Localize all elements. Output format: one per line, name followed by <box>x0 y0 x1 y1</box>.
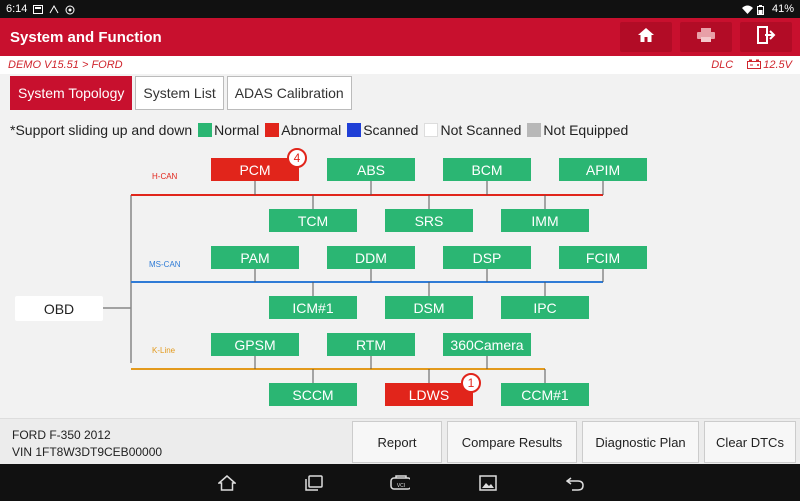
notification-icon <box>33 4 44 14</box>
breadcrumb: DEMO V15.51 > FORD DLC 12.5V <box>0 56 800 74</box>
voltage-reading: 12.5V <box>763 59 792 71</box>
module-sccm[interactable]: SCCM <box>269 383 357 406</box>
app-header: System and Function <box>0 18 800 56</box>
car-battery-icon <box>747 59 762 72</box>
dtc-count-badge-pcm: 4 <box>287 148 307 168</box>
clear-dtcs-button[interactable]: Clear DTCs <box>704 421 796 463</box>
bus-label-k-line: K-Line <box>152 346 176 355</box>
module-imm[interactable]: IMM <box>501 209 589 232</box>
svg-text:VCI: VCI <box>397 483 405 489</box>
status-time: 6:14 <box>6 3 28 15</box>
exit-button[interactable] <box>740 22 792 52</box>
page-title: System and Function <box>10 28 162 46</box>
home-nav-icon[interactable] <box>217 473 237 493</box>
breadcrumb-path: DEMO V15.51 > FORD <box>8 59 123 71</box>
module-fcim[interactable]: FCIM <box>559 246 647 269</box>
module-dsp[interactable]: DSP <box>443 246 531 269</box>
cast-icon <box>49 4 59 14</box>
battery-icon <box>756 4 767 15</box>
module-pam[interactable]: PAM <box>211 246 299 269</box>
diagnostic-plan-button[interactable]: Diagnostic Plan <box>582 421 699 463</box>
screenshot-icon[interactable] <box>478 473 498 493</box>
dtc-count-badge-ldws: 1 <box>461 373 481 393</box>
home-icon <box>637 27 655 48</box>
module-tcm[interactable]: TCM <box>269 209 357 232</box>
report-button[interactable]: Report <box>352 421 442 463</box>
module-rtm[interactable]: RTM <box>327 333 415 356</box>
module-360camera[interactable]: 360Camera <box>443 333 531 356</box>
bus-label-ms-can: MS-CAN <box>149 260 181 269</box>
compare-results-button[interactable]: Compare Results <box>447 421 577 463</box>
vehicle-model: FORD F-350 2012 <box>12 428 111 442</box>
module-icm1[interactable]: ICM#1 <box>269 296 357 319</box>
print-icon <box>696 27 716 48</box>
status-legend: *Support sliding up and down Normal Abno… <box>10 122 628 138</box>
vci-icon[interactable]: VCI <box>390 473 410 493</box>
legend-intro: *Support sliding up and down <box>10 122 193 138</box>
topology-lines <box>103 179 604 383</box>
legend-swatch-not-scanned <box>424 123 439 137</box>
module-abs[interactable]: ABS <box>327 158 415 181</box>
obd-node[interactable]: OBD <box>15 296 103 321</box>
system-topology-diagram: H-CAN MS-CAN K-Line OBD PCM 4 ABS BCM AP… <box>0 148 800 416</box>
vehicle-info: FORD F-350 2012 VIN 1FT8W3DT9CEB00000 <box>12 427 162 461</box>
dlc-label: DLC <box>711 59 734 71</box>
system-nav-bar: VCI <box>0 464 800 501</box>
module-ddm[interactable]: DDM <box>327 246 415 269</box>
back-icon[interactable] <box>565 473 585 493</box>
legend-label-abnormal: Abnormal <box>281 122 342 138</box>
exit-icon <box>756 25 776 49</box>
legend-label-normal: Normal <box>214 122 260 138</box>
battery-level: 41% <box>771 3 794 15</box>
print-button[interactable] <box>680 22 732 52</box>
tab-adas-calibration[interactable]: ADAS Calibration <box>226 76 352 110</box>
status-bar: 6:14 41% <box>0 0 800 18</box>
wifi-icon <box>741 5 753 14</box>
legend-swatch-abnormal <box>265 123 280 137</box>
recent-apps-icon[interactable] <box>304 473 324 493</box>
module-pcm[interactable]: PCM <box>211 158 299 181</box>
legend-label-not-scanned: Not Scanned <box>440 122 522 138</box>
home-button[interactable] <box>620 22 672 52</box>
module-gpsm[interactable]: GPSM <box>211 333 299 356</box>
legend-swatch-not-equipped <box>527 123 542 137</box>
module-ldws[interactable]: LDWS <box>385 383 473 406</box>
legend-label-not-equipped: Not Equipped <box>543 122 629 138</box>
module-bcm[interactable]: BCM <box>443 158 531 181</box>
action-footer: FORD F-350 2012 VIN 1FT8W3DT9CEB00000 Re… <box>0 418 800 464</box>
bus-label-h-can: H-CAN <box>152 172 178 181</box>
legend-swatch-normal <box>198 123 213 137</box>
vehicle-vin: VIN 1FT8W3DT9CEB00000 <box>12 445 163 459</box>
module-ipc[interactable]: IPC <box>501 296 589 319</box>
tab-system-list[interactable]: System List <box>135 76 224 110</box>
module-srs[interactable]: SRS <box>385 209 473 232</box>
module-dsm[interactable]: DSM <box>385 296 473 319</box>
legend-label-scanned: Scanned <box>363 122 419 138</box>
module-apim[interactable]: APIM <box>559 158 647 181</box>
app-status-icon <box>65 5 75 14</box>
legend-swatch-scanned <box>347 123 362 137</box>
tab-bar: System Topology System List ADAS Calibra… <box>10 76 352 110</box>
tab-system-topology[interactable]: System Topology <box>10 76 133 110</box>
module-ccm1[interactable]: CCM#1 <box>501 383 589 406</box>
